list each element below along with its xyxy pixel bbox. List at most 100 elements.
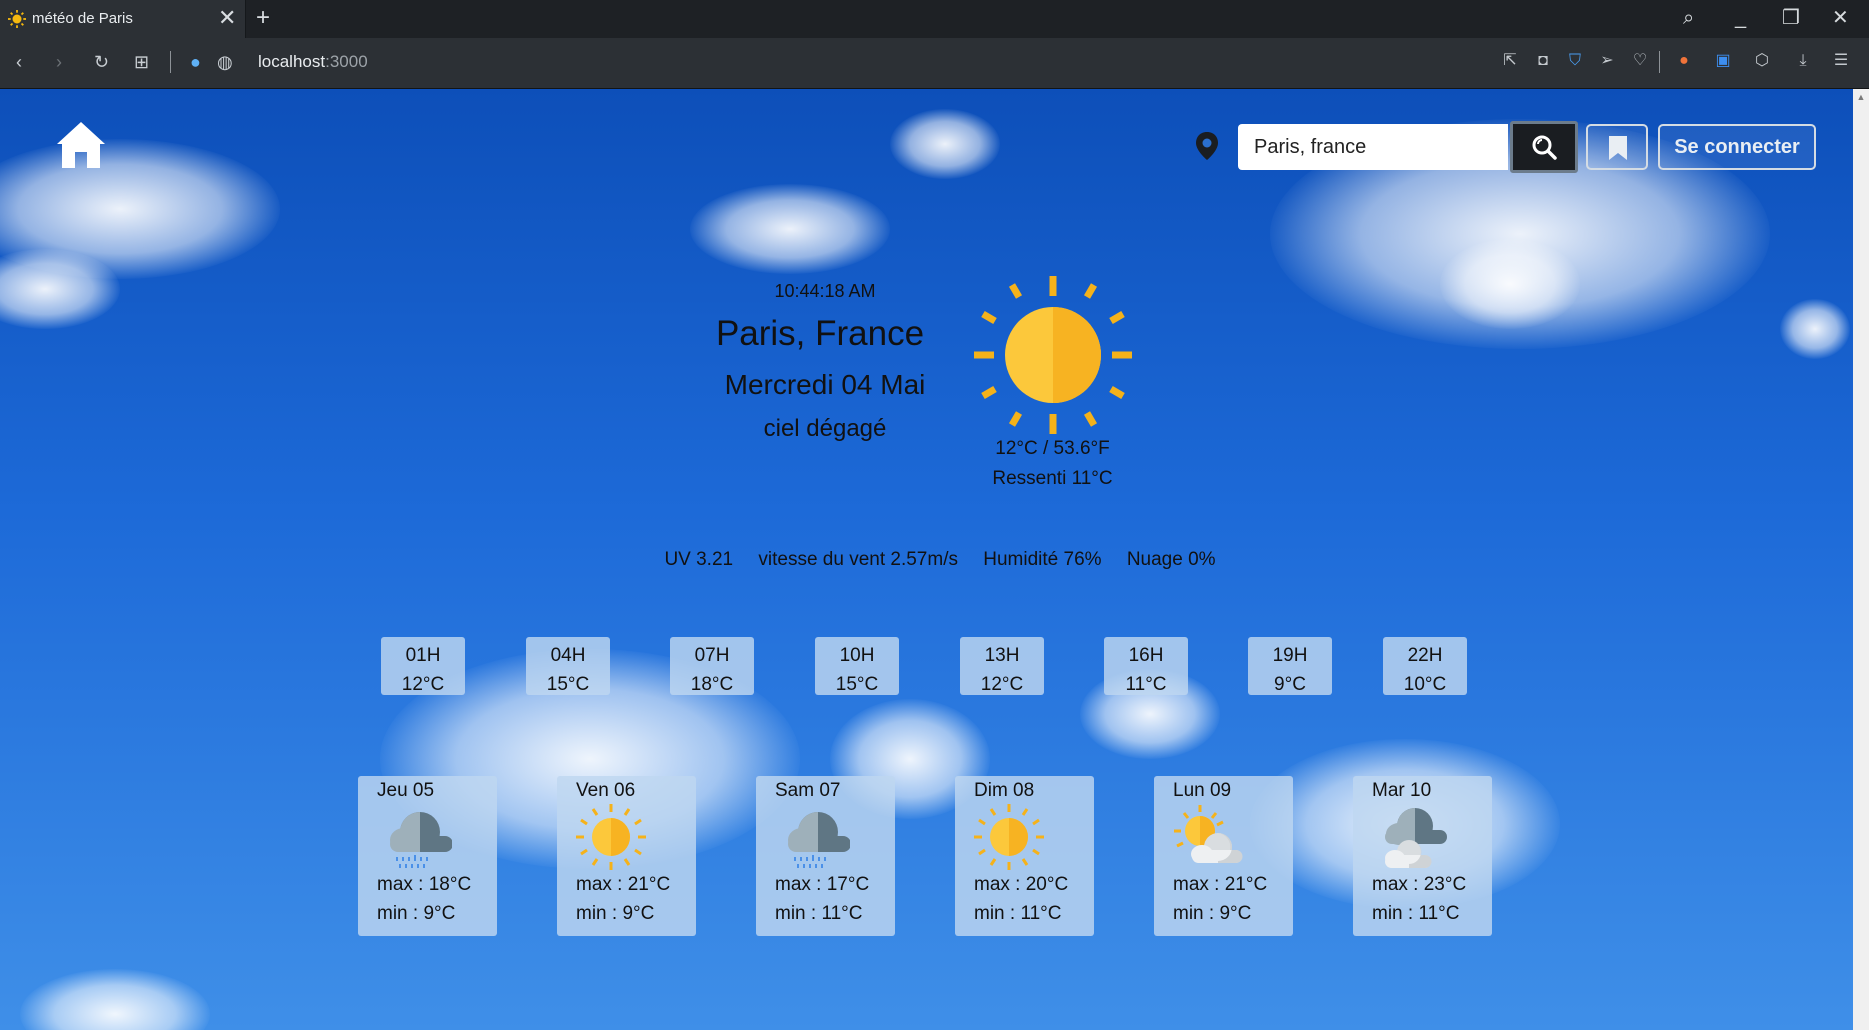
day-min-temp: min : 11°C: [775, 903, 863, 924]
new-tab-icon[interactable]: +: [256, 4, 270, 32]
login-button[interactable]: Se connecter: [1658, 124, 1816, 170]
day-max-temp: max : 17°C: [775, 874, 870, 895]
tabs-grid-icon[interactable]: ⊞: [134, 51, 149, 73]
cloud-decoration: [1780, 299, 1850, 359]
weather-page: Se connecter 10:44:18 AM Paris, France M…: [0, 89, 1869, 1030]
close-window-icon[interactable]: ✕: [1832, 6, 1849, 30]
globe-icon[interactable]: ◍: [217, 51, 233, 73]
translate-icon[interactable]: ▣: [1714, 52, 1732, 70]
scroll-up-icon[interactable]: ▲: [1853, 89, 1869, 105]
home-icon[interactable]: [55, 119, 107, 171]
sun-cloud-icon: [1174, 805, 1243, 863]
current-time: 10:44:18 AM: [774, 281, 876, 301]
bookmark-button[interactable]: [1586, 124, 1648, 170]
search-button[interactable]: [1510, 121, 1578, 173]
current-temperature: 12°C / 53.6°F: [995, 438, 1110, 459]
weather-stats: UV 3.21 vitesse du vent 2.57m/s Humidité…: [600, 549, 1280, 571]
hourly-card: 01H 12°C: [381, 637, 465, 695]
day-name: Jeu 05: [377, 780, 435, 801]
scrollbar[interactable]: ▲: [1853, 89, 1869, 1030]
browser-tab-bar: météo de Paris ✕ + ⌕ _ ❐ ✕: [0, 0, 1869, 38]
cloud-decoration: [890, 109, 1000, 179]
humidity: Humidité 76%: [983, 549, 1102, 570]
settings-sliders-icon[interactable]: ☰: [1832, 52, 1850, 70]
location-pin-icon[interactable]: ●: [190, 51, 201, 73]
url-host: localhost: [258, 52, 326, 71]
cloud-decoration: [20, 969, 210, 1030]
hourly-card: 16H 11°C: [1104, 637, 1188, 695]
sun-icon: [974, 276, 1132, 434]
cloud-decoration: [690, 184, 890, 274]
browser-address-bar: ‹ › ↻ ⊞ ● ◍ localhost:3000 ⇱ ◘ ⛉ ➢ ♡ ● ▣…: [0, 38, 1869, 89]
day-min-temp: min : 9°C: [377, 903, 456, 924]
hour-temp: 11°C: [1125, 674, 1167, 695]
day-min-temp: min : 11°C: [974, 903, 1062, 924]
rain-cloud-icon: [788, 812, 850, 868]
day-min-temp: min : 9°C: [576, 903, 655, 924]
day-name: Ven 06: [576, 780, 636, 801]
forward-icon[interactable]: ›: [56, 51, 62, 73]
clouds-icon: [1385, 808, 1447, 868]
hour-temp: 12°C: [401, 674, 445, 695]
feels-like: Ressenti 11°C: [992, 468, 1113, 489]
hour-label: 22H: [1407, 645, 1443, 666]
search-tabs-icon[interactable]: ⌕: [1683, 6, 1694, 30]
uv-index: UV 3.21: [664, 549, 734, 570]
sun-icon: [576, 804, 646, 870]
hour-temp: 18°C: [690, 674, 734, 695]
heart-icon[interactable]: ♡: [1631, 52, 1649, 70]
close-tab-icon[interactable]: ✕: [218, 6, 236, 30]
hourly-card: 10H 15°C: [815, 637, 899, 695]
search-icon: [1532, 135, 1557, 160]
daily-card: Sam 07 max : 17°C min : 11°C: [756, 776, 895, 936]
rain-cloud-icon: [390, 812, 452, 868]
hourly-card: 13H 12°C: [960, 637, 1044, 695]
back-icon[interactable]: ‹: [16, 51, 22, 73]
sun-favicon-icon: [8, 10, 26, 28]
bookmark-icon: [1609, 136, 1627, 160]
hour-label: 13H: [984, 645, 1020, 666]
sun-icon: [974, 804, 1044, 870]
wind-speed: vitesse du vent 2.57m/s: [758, 549, 958, 570]
hour-temp: 15°C: [835, 674, 879, 695]
share-icon[interactable]: ⇱: [1501, 52, 1519, 70]
hourly-card: 04H 15°C: [526, 637, 610, 695]
shield-icon[interactable]: ⛉: [1566, 52, 1584, 70]
reload-icon[interactable]: ↻: [94, 51, 109, 73]
cube-icon[interactable]: ⬡: [1753, 52, 1771, 70]
day-max-temp: max : 20°C: [974, 874, 1069, 895]
day-name: Lun 09: [1173, 780, 1232, 801]
minimize-icon[interactable]: _: [1735, 6, 1746, 30]
hour-temp: 10°C: [1403, 674, 1447, 695]
hour-label: 07H: [694, 645, 730, 666]
daily-card: Jeu 05 max : 18°C min : 9°C: [358, 776, 497, 936]
location-pin-icon[interactable]: [1195, 132, 1219, 160]
extension-icon[interactable]: ●: [1675, 52, 1693, 70]
daily-card: Dim 08 max : 20°C min : 11°C: [955, 776, 1094, 936]
camera-icon[interactable]: ◘: [1534, 52, 1552, 70]
hourly-card: 19H 9°C: [1248, 637, 1332, 695]
hour-label: 04H: [550, 645, 586, 666]
hour-label: 16H: [1128, 645, 1164, 666]
city-search-input[interactable]: [1238, 124, 1508, 170]
restore-icon[interactable]: ❐: [1782, 6, 1800, 30]
hour-label: 10H: [839, 645, 875, 666]
url-port: :3000: [325, 52, 368, 71]
hour-temp: 12°C: [980, 674, 1024, 695]
divider: [1659, 51, 1660, 73]
day-max-temp: max : 21°C: [576, 874, 671, 895]
url-field[interactable]: localhost:3000: [258, 52, 368, 72]
send-icon[interactable]: ➢: [1598, 52, 1616, 70]
hour-temp: 15°C: [546, 674, 590, 695]
weather-description: ciel dégagé: [763, 415, 887, 442]
day-max-temp: max : 18°C: [377, 874, 472, 895]
day-name: Dim 08: [974, 780, 1035, 801]
city-name: Paris, France: [715, 314, 925, 353]
daily-card: Ven 06 max : 21°C min : 9°C: [557, 776, 696, 936]
cloud-decoration: [1440, 239, 1580, 329]
day-max-temp: max : 23°C: [1372, 874, 1467, 895]
browser-tab[interactable]: météo de Paris ✕: [0, 0, 246, 38]
hour-label: 01H: [405, 645, 441, 666]
daily-card: Lun 09 max : 21°C min : 9°C: [1154, 776, 1293, 936]
download-icon[interactable]: ⤓: [1794, 52, 1812, 70]
